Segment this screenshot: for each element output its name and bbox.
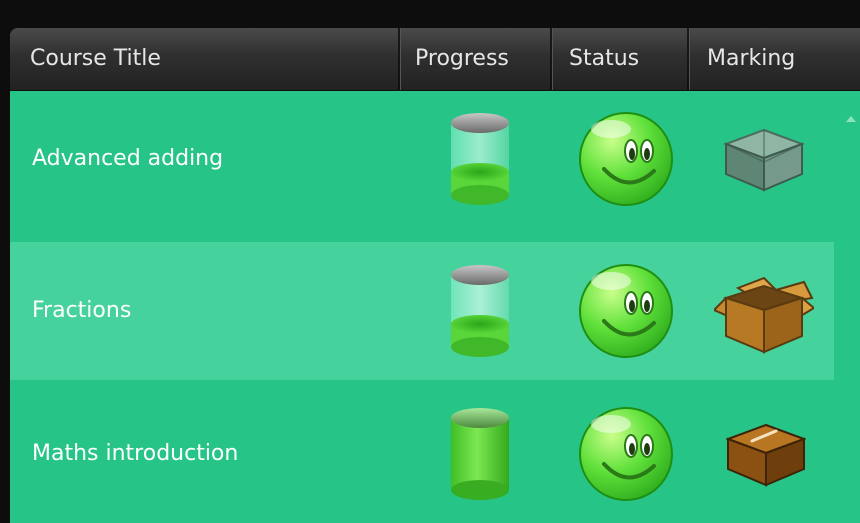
table-header: Course Title Progress Status Marking — [10, 28, 860, 91]
cylinder-partially-filled-icon — [435, 90, 525, 228]
table-row[interactable]: Advanced adding — [10, 90, 834, 228]
closed-cardboard-box-icon — [726, 385, 806, 523]
table-body: Advanced adding Fractions Maths introduc… — [10, 90, 860, 523]
column-divider — [550, 28, 553, 90]
open-cardboard-box-icon — [710, 242, 818, 380]
cylinder-full-icon — [435, 385, 525, 523]
panel-notch — [0, 90, 10, 240]
course-title: Advanced adding — [32, 146, 224, 171]
column-header-course-title[interactable]: Course Title — [30, 28, 161, 90]
course-title: Fractions — [32, 298, 132, 323]
course-title: Maths introduction — [32, 441, 239, 466]
smiley-face-icon — [573, 385, 678, 523]
table-row[interactable]: Maths introduction — [10, 385, 834, 523]
column-header-progress[interactable]: Progress — [415, 28, 509, 90]
course-table: Course Title Progress Status Marking Adv… — [10, 28, 860, 523]
smiley-face-icon — [573, 242, 678, 380]
column-header-marking[interactable]: Marking — [707, 28, 795, 90]
column-divider — [398, 28, 401, 90]
course-list-window: Course Title Progress Status Marking Adv… — [0, 0, 860, 523]
cylinder-partially-filled-icon — [435, 242, 525, 380]
scroll-up-arrow-icon[interactable] — [846, 116, 856, 122]
column-header-status[interactable]: Status — [569, 28, 639, 90]
empty-transparent-box-icon — [714, 90, 814, 228]
column-divider — [687, 28, 690, 90]
smiley-face-icon — [573, 90, 678, 228]
table-row[interactable]: Fractions — [10, 242, 834, 380]
